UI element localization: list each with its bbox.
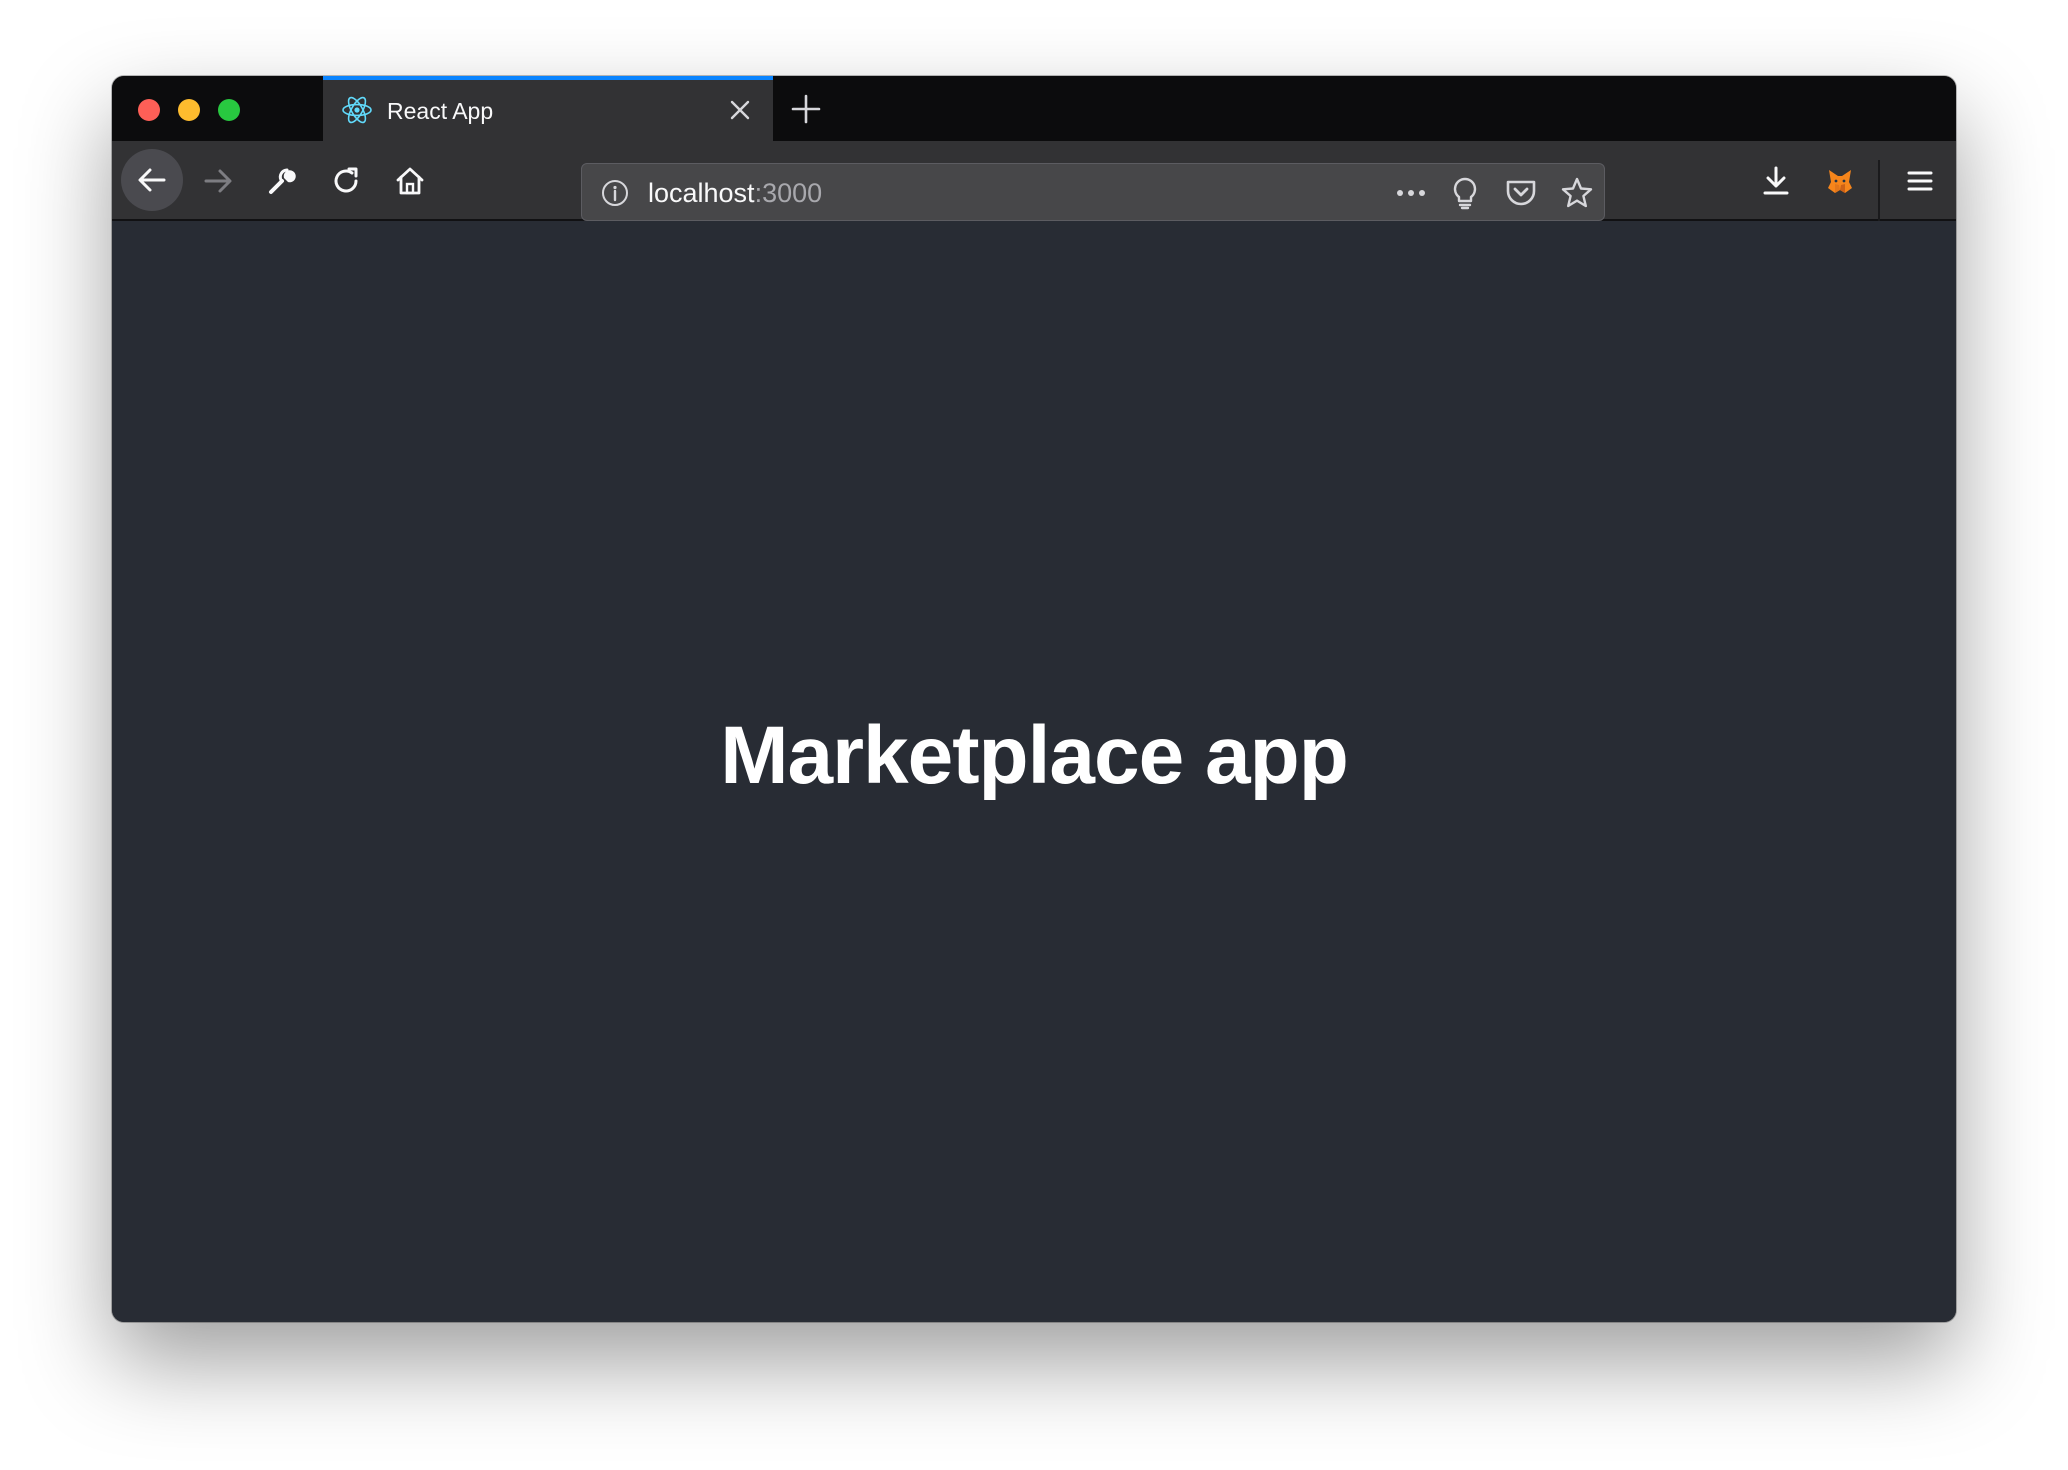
reload-button[interactable] — [326, 161, 366, 201]
url-host: localhost — [648, 178, 755, 208]
browser-window: React App localhost:3000 Marketplace app — [112, 76, 1956, 1322]
metamask-extension-button[interactable] — [1818, 159, 1862, 203]
forward-button[interactable] — [198, 161, 238, 201]
tab-title: React App — [387, 98, 494, 124]
back-arrow-icon — [138, 168, 166, 192]
page-content: Marketplace app — [112, 221, 1956, 1322]
close-window-button[interactable] — [138, 99, 160, 121]
star-icon[interactable] — [1560, 176, 1594, 210]
metamask-fox-icon — [1828, 170, 1852, 193]
wrench-icon — [269, 168, 296, 194]
url-text[interactable]: localhost:3000 — [648, 177, 822, 209]
lightbulb-icon[interactable] — [1448, 176, 1482, 210]
maximize-window-button[interactable] — [218, 99, 240, 121]
home-icon — [396, 167, 424, 195]
back-button[interactable] — [121, 149, 183, 211]
more-dots-icon[interactable] — [1394, 176, 1428, 210]
address-bar[interactable]: localhost:3000 — [581, 163, 1605, 221]
page-heading: Marketplace app — [720, 709, 1349, 801]
minimize-window-button[interactable] — [178, 99, 200, 121]
home-button[interactable] — [390, 161, 430, 201]
react-logo-icon — [341, 94, 373, 126]
close-tab-icon[interactable] — [727, 97, 753, 123]
pocket-icon[interactable] — [1504, 176, 1538, 210]
tab-react-app[interactable]: React App — [323, 76, 773, 141]
new-tab-icon[interactable] — [789, 92, 823, 126]
application-menu-button[interactable] — [1898, 159, 1942, 203]
reload-icon — [334, 167, 358, 193]
hamburger-menu-icon — [1907, 171, 1933, 191]
info-icon[interactable] — [600, 178, 630, 208]
devtools-button[interactable] — [262, 161, 302, 201]
forward-arrow-icon — [204, 169, 232, 193]
title-bar: React App — [112, 76, 1956, 141]
url-port: :3000 — [754, 178, 823, 208]
downloads-button[interactable] — [1754, 159, 1798, 203]
toolbar-divider — [1878, 160, 1880, 226]
download-icon — [1763, 166, 1789, 195]
